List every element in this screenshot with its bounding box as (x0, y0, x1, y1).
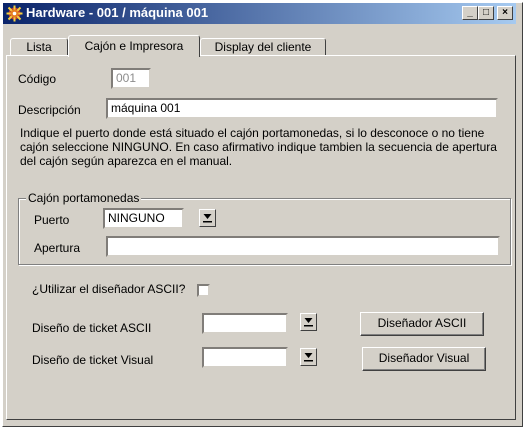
designer-ascii-button[interactable]: Diseñador ASCII (360, 312, 484, 336)
window-title: Hardware - 001 / máquina 001 (26, 5, 209, 20)
minimize-button[interactable]: _ (462, 6, 478, 20)
puerto-select[interactable]: NINGUNO (103, 208, 184, 229)
maximize-icon: □ (482, 7, 490, 18)
cajon-group-title: Cajón portamonedas (26, 191, 142, 205)
codigo-label: Código (18, 72, 57, 86)
apertura-label: Apertura (34, 241, 81, 255)
descripcion-label: Descripción (18, 103, 81, 117)
dropdown-arrow-icon (304, 318, 313, 327)
ticket-visual-select[interactable] (202, 347, 288, 368)
close-icon: × (502, 7, 508, 18)
ticket-ascii-label: Diseño de ticket ASCII (32, 321, 152, 335)
tab-lista-label: Lista (26, 40, 52, 54)
codigo-field[interactable]: 001 (111, 68, 151, 89)
ascii-designer-question: ¿Utilizar el diseñador ASCII? (32, 282, 186, 296)
puerto-label: Puerto (34, 213, 70, 227)
ticket-ascii-select[interactable] (202, 313, 288, 334)
descripcion-field[interactable]: máquina 001 (106, 98, 498, 119)
minimize-icon: _ (467, 7, 473, 18)
tab-lista[interactable]: Lista (10, 38, 68, 56)
tab-cajon-impresora[interactable]: Cajón e Impresora (68, 35, 200, 57)
close-button[interactable]: × (497, 6, 513, 20)
puerto-dropdown-button[interactable] (199, 209, 216, 227)
title-bar[interactable]: Hardware - 001 / máquina 001 _ □ × (3, 3, 516, 24)
ticket-visual-label: Diseño de ticket Visual (32, 353, 154, 367)
apertura-field[interactable] (106, 236, 500, 257)
app-icon (6, 5, 23, 22)
tab-cajon-impresora-label: Cajón e Impresora (84, 39, 184, 53)
designer-visual-button[interactable]: Diseñador Visual (362, 347, 486, 371)
dropdown-arrow-icon (203, 214, 212, 223)
ticket-visual-dropdown-button[interactable] (300, 348, 317, 366)
tab-display-cliente-label: Display del cliente (214, 40, 312, 54)
tab-display-cliente[interactable]: Display del cliente (200, 38, 326, 56)
instructions-text: Indique el puerto donde está situado el … (20, 126, 497, 168)
ticket-ascii-dropdown-button[interactable] (300, 313, 317, 331)
maximize-button[interactable]: □ (478, 6, 494, 20)
ascii-designer-checkbox[interactable] (197, 284, 210, 297)
dropdown-arrow-icon (304, 353, 313, 362)
